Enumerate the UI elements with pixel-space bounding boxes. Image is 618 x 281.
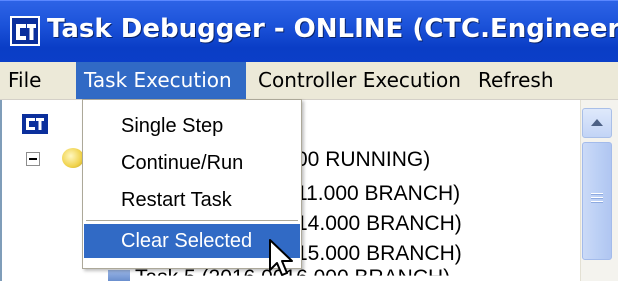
scrollbar-grip <box>591 201 603 202</box>
minus-box-icon[interactable] <box>26 152 40 166</box>
window-title: Task Debugger - ONLINE (CTC.Engineering.… <box>47 14 618 44</box>
scrollbar-grip <box>591 193 603 194</box>
mouse-pointer-icon <box>269 239 293 276</box>
menu-file[interactable]: File <box>0 62 76 99</box>
tree-row[interactable]: 11.000 BRANCH) <box>296 182 460 206</box>
menu-controller-execution[interactable]: Controller Execution <box>250 62 470 99</box>
menu-item-single-step[interactable]: Single Step <box>84 109 300 143</box>
task-node-icon <box>62 148 84 168</box>
task-debugger-window: Task Debugger - ONLINE (CTC.Engineering.… <box>0 0 618 281</box>
scrollbar-grip <box>591 197 603 198</box>
tree-row[interactable]: 14.000 BRANCH) <box>296 212 462 236</box>
title-bar[interactable]: Task Debugger - ONLINE (CTC.Engineering.… <box>0 0 618 63</box>
menu-item-continue-run[interactable]: Continue/Run <box>84 146 300 180</box>
menu-separator <box>86 220 298 221</box>
menu-item-restart-task[interactable]: Restart Task <box>84 183 300 217</box>
tree-row[interactable]: 00 RUNNING) <box>296 148 430 172</box>
ctc-logo-icon <box>10 16 40 46</box>
menu-bar: File Task Execution Controller Execution… <box>0 62 618 100</box>
chevron-up-icon[interactable] <box>582 108 612 138</box>
task-node-icon <box>108 270 130 281</box>
tree-row[interactable]: 15.000 BRANCH) <box>296 242 462 266</box>
menu-task-execution[interactable]: Task Execution <box>76 62 246 99</box>
menu-refresh[interactable]: Refresh <box>470 62 590 99</box>
ctc-logo-icon <box>22 114 48 134</box>
